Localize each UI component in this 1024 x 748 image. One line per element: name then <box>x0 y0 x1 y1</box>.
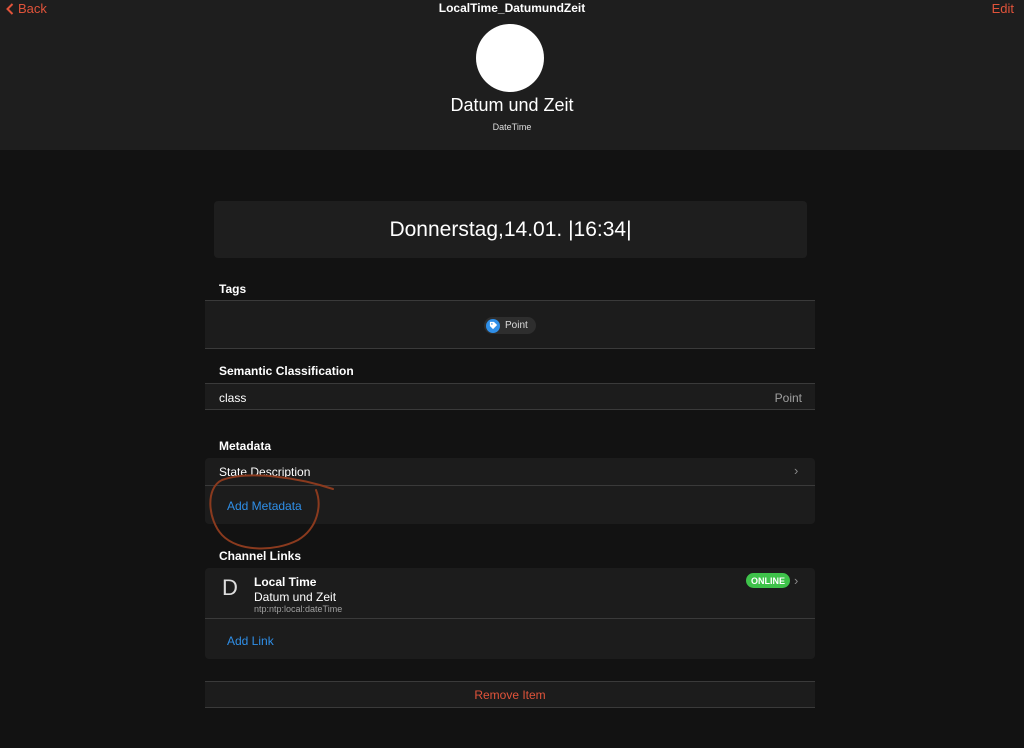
channel-link-label: Datum und Zeit <box>254 590 337 604</box>
channel-link-letter: D <box>222 575 238 600</box>
status-badge: ONLINE <box>746 573 791 588</box>
metadata-section-title: Metadata <box>219 439 272 453</box>
semantic-section-title: Semantic Classification <box>219 364 354 378</box>
remove-item-button[interactable]: Remove Item <box>205 681 815 708</box>
channel-link-uid: ntp:ntp:local:dateTime <box>254 604 343 614</box>
semantic-class-row <box>205 383 815 410</box>
add-link-button[interactable]: Add Link <box>227 634 274 648</box>
item-label: Datum und Zeit <box>450 95 574 115</box>
tag-chip-point[interactable]: Point <box>484 317 536 334</box>
tag-icon <box>486 318 500 333</box>
item-state: Donnerstag,14.01. |16:34| <box>389 217 632 241</box>
semantic-class-key: class <box>219 391 247 405</box>
edit-button[interactable]: Edit <box>992 1 1014 16</box>
page-title: LocalTime_DatumundZeit <box>438 1 586 15</box>
add-metadata-button[interactable]: Add Metadata <box>227 499 302 513</box>
channel-links-section-title: Channel Links <box>219 549 302 563</box>
tags-section-title: Tags <box>219 282 247 296</box>
item-header: Back LocalTime_DatumundZeit Edit Datum u… <box>0 0 1024 150</box>
chevron-right-icon: › <box>794 573 799 588</box>
chevron-right-icon: › <box>794 463 799 478</box>
item-state-card: Donnerstag,14.01. |16:34| <box>214 201 807 258</box>
item-icon <box>476 24 544 92</box>
item-type: DateTime <box>492 122 532 132</box>
channel-link-channel: Local Time <box>254 575 317 589</box>
tag-chip-label: Point <box>505 320 528 331</box>
semantic-class-value: Point <box>774 391 802 405</box>
metadata-item-label: State Description <box>219 465 311 479</box>
